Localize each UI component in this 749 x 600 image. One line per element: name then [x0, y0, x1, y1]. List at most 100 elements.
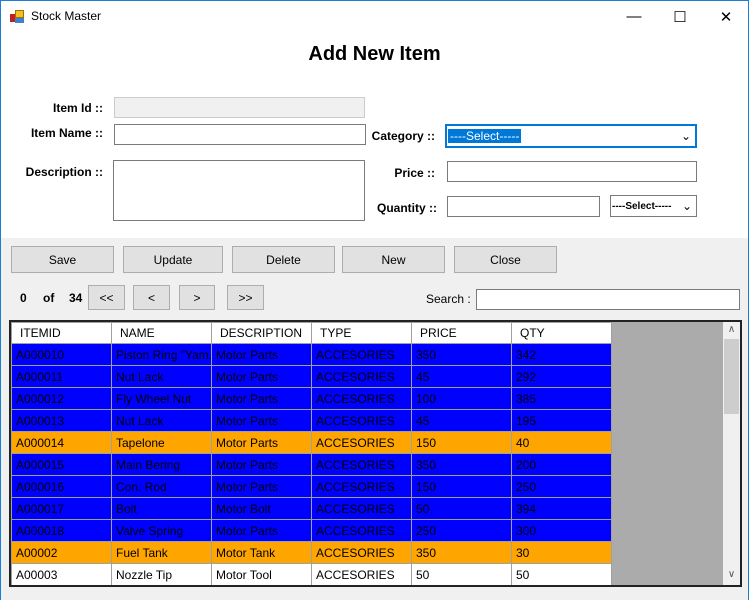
- cell-type[interactable]: ACCESORIES: [311, 387, 412, 410]
- column-header-itemid[interactable]: ITEMID: [11, 322, 112, 344]
- cell-description[interactable]: Motor Tool: [211, 563, 312, 585]
- cell-type[interactable]: ACCESORIES: [311, 409, 412, 432]
- cell-name[interactable]: Piston Ring "Yam...: [111, 343, 212, 366]
- table-row[interactable]: A000017 Bolt Motor Bolt ACCESORIES 50 394: [11, 497, 612, 520]
- update-button[interactable]: Update: [123, 246, 223, 273]
- cell-price[interactable]: 250: [411, 519, 512, 542]
- item-name-field[interactable]: [114, 124, 366, 145]
- cell-description[interactable]: Motor Parts: [211, 409, 312, 432]
- cell-qty[interactable]: 250: [511, 475, 612, 498]
- cell-type[interactable]: ACCESORIES: [311, 519, 412, 542]
- cell-qty[interactable]: 200: [511, 453, 612, 476]
- first-record-button[interactable]: <<: [88, 285, 125, 310]
- cell-type[interactable]: ACCESORIES: [311, 497, 412, 520]
- cell-type[interactable]: ACCESORIES: [311, 563, 412, 585]
- vertical-scrollbar[interactable]: ∧ ∨: [723, 322, 740, 585]
- cell-itemid[interactable]: A000015: [11, 453, 112, 476]
- cell-price[interactable]: 100: [411, 387, 512, 410]
- cell-itemid[interactable]: A000014: [11, 431, 112, 454]
- items-grid[interactable]: ITEMID NAME DESCRIPTION TYPE PRICE QTY A…: [9, 320, 742, 587]
- cell-qty[interactable]: 30: [511, 541, 612, 564]
- cell-name[interactable]: Bolt: [111, 497, 212, 520]
- prev-record-button[interactable]: <: [133, 285, 170, 310]
- table-row[interactable]: A000015 Main Bering Motor Parts ACCESORIES 3…: [11, 453, 612, 476]
- close-window-button[interactable]: ✕: [703, 1, 749, 32]
- scroll-down-icon[interactable]: ∨: [723, 569, 740, 583]
- cell-description[interactable]: Motor Parts: [211, 431, 312, 454]
- minimize-button[interactable]: —: [611, 1, 657, 32]
- cell-qty[interactable]: 300: [511, 519, 612, 542]
- table-row[interactable]: A000014 Tapelone Motor Parts ACCESORIES 150 4…: [11, 431, 612, 454]
- table-row[interactable]: A000013 Nut Lack Motor Parts ACCESORIES 45 19…: [11, 409, 612, 432]
- unit-select[interactable]: ----Select----- ⌄: [610, 195, 697, 217]
- delete-button[interactable]: Delete: [232, 246, 335, 273]
- cell-itemid[interactable]: A000011: [11, 365, 112, 388]
- cell-qty[interactable]: 394: [511, 497, 612, 520]
- quantity-field[interactable]: [447, 196, 600, 217]
- price-field[interactable]: [447, 161, 697, 182]
- description-field[interactable]: [113, 160, 365, 221]
- cell-description[interactable]: Motor Tank: [211, 541, 312, 564]
- cell-name[interactable]: Con. Rod: [111, 475, 212, 498]
- column-header-name[interactable]: NAME: [111, 322, 212, 344]
- item-id-field[interactable]: [114, 97, 365, 118]
- close-button[interactable]: Close: [454, 246, 557, 273]
- cell-description[interactable]: Motor Parts: [211, 453, 312, 476]
- table-row[interactable]: A000018 Valve Spring Motor Parts ACCESORIES…: [11, 519, 612, 542]
- cell-itemid[interactable]: A00003: [11, 563, 112, 585]
- cell-price[interactable]: 45: [411, 409, 512, 432]
- table-row[interactable]: A000016 Con. Rod Motor Parts ACCESORIES 150 2…: [11, 475, 612, 498]
- cell-name[interactable]: Fly Wheel Nut: [111, 387, 212, 410]
- cell-type[interactable]: ACCESORIES: [311, 475, 412, 498]
- cell-price[interactable]: 50: [411, 563, 512, 585]
- table-row[interactable]: A000010 Piston Ring "Yam... Motor Parts ACC…: [11, 343, 612, 366]
- cell-description[interactable]: Motor Parts: [211, 519, 312, 542]
- category-select[interactable]: ----Select----- ⌄: [445, 124, 697, 148]
- cell-qty[interactable]: 342: [511, 343, 612, 366]
- new-button[interactable]: New: [342, 246, 445, 273]
- table-row[interactable]: A000012 Fly Wheel Nut Motor Parts ACCESORIE…: [11, 387, 612, 410]
- table-row[interactable]: A00002 Fuel Tank Motor Tank ACCESORIES 350 30: [11, 541, 612, 564]
- cell-name[interactable]: Main Bering: [111, 453, 212, 476]
- next-record-button[interactable]: >: [179, 285, 215, 310]
- cell-type[interactable]: ACCESORIES: [311, 541, 412, 564]
- cell-name[interactable]: Tapelone: [111, 431, 212, 454]
- cell-description[interactable]: Motor Parts: [211, 387, 312, 410]
- cell-qty[interactable]: 50: [511, 563, 612, 585]
- cell-price[interactable]: 45: [411, 365, 512, 388]
- cell-description[interactable]: Motor Bolt: [211, 497, 312, 520]
- cell-itemid[interactable]: A000013: [11, 409, 112, 432]
- cell-name[interactable]: Nut Lack: [111, 409, 212, 432]
- cell-qty[interactable]: 292: [511, 365, 612, 388]
- scroll-up-icon[interactable]: ∧: [723, 324, 740, 338]
- table-row[interactable]: A000011 Nut Lack Motor Parts ACCESORIES 45 29…: [11, 365, 612, 388]
- cell-itemid[interactable]: A000012: [11, 387, 112, 410]
- scroll-thumb[interactable]: [724, 339, 739, 414]
- cell-itemid[interactable]: A000018: [11, 519, 112, 542]
- column-header-type[interactable]: TYPE: [311, 322, 412, 344]
- last-record-button[interactable]: >>: [227, 285, 264, 310]
- cell-qty[interactable]: 195: [511, 409, 612, 432]
- column-header-description[interactable]: DESCRIPTION: [211, 322, 312, 344]
- cell-itemid[interactable]: A000017: [11, 497, 112, 520]
- cell-itemid[interactable]: A000016: [11, 475, 112, 498]
- column-header-price[interactable]: PRICE: [411, 322, 512, 344]
- cell-name[interactable]: Nut Lack: [111, 365, 212, 388]
- cell-qty[interactable]: 385: [511, 387, 612, 410]
- save-button[interactable]: Save: [11, 246, 114, 273]
- cell-price[interactable]: 150: [411, 431, 512, 454]
- cell-price[interactable]: 350: [411, 541, 512, 564]
- cell-price[interactable]: 150: [411, 475, 512, 498]
- cell-name[interactable]: Valve Spring: [111, 519, 212, 542]
- cell-type[interactable]: ACCESORIES: [311, 431, 412, 454]
- column-header-qty[interactable]: QTY: [511, 322, 612, 344]
- cell-qty[interactable]: 40: [511, 431, 612, 454]
- cell-type[interactable]: ACCESORIES: [311, 453, 412, 476]
- search-input[interactable]: [476, 289, 740, 310]
- table-row[interactable]: A00003 Nozzle Tip Motor Tool ACCESORIES 50 50: [11, 563, 612, 585]
- cell-type[interactable]: ACCESORIES: [311, 365, 412, 388]
- cell-price[interactable]: 50: [411, 497, 512, 520]
- cell-description[interactable]: Motor Parts: [211, 475, 312, 498]
- cell-description[interactable]: Motor Parts: [211, 343, 312, 366]
- maximize-button[interactable]: ☐: [657, 1, 703, 32]
